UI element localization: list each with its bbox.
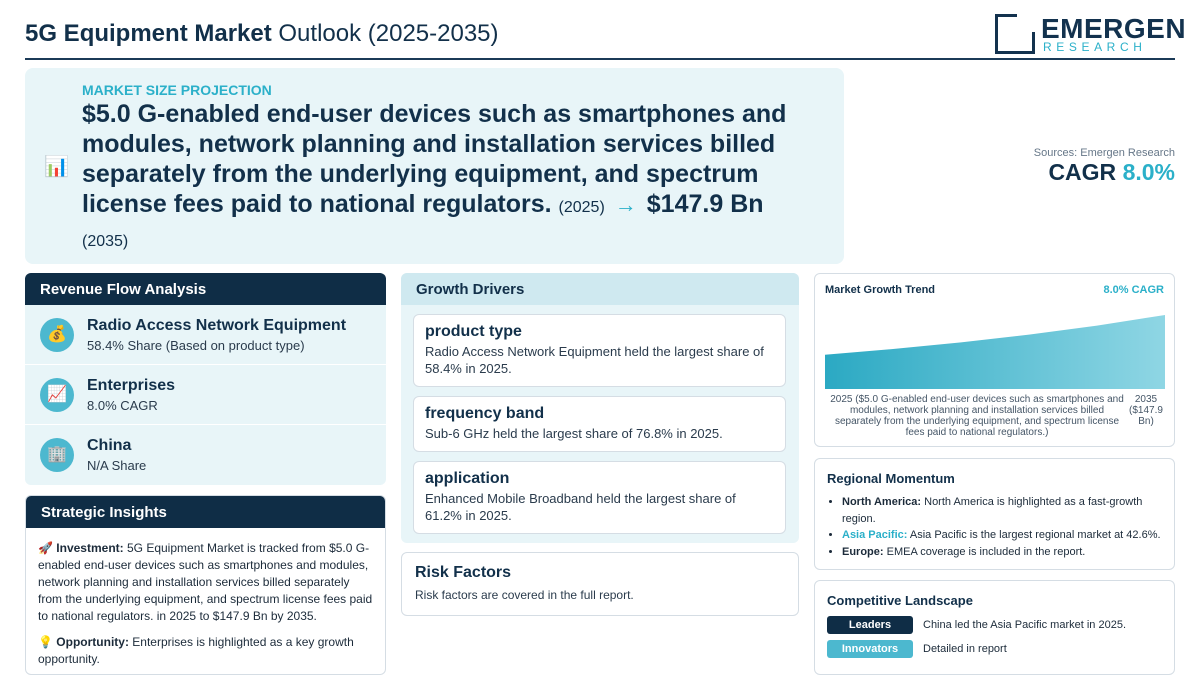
cagr-value: 8.0% (1122, 159, 1175, 185)
driver-text: Sub-6 GHz held the largest share of 76.8… (425, 426, 723, 441)
leaders-text: China led the Asia Pacific market in 202… (923, 619, 1127, 631)
page-title: 5G Equipment Market Outlook (2025-2035) (25, 20, 499, 47)
competitive-landscape-title: Competitive Landscape (827, 593, 973, 608)
trend-start-label: 2025 ($5.0 G-enabled end-user devices su… (830, 394, 1124, 438)
bar-chart-icon: 📊 (44, 156, 69, 178)
regional-list: North America: North America is highligh… (842, 494, 1164, 560)
start-year: (2025) (558, 199, 605, 216)
end-year: (2035) (82, 233, 129, 250)
revenue-item-title: Radio Access Network Equipment (87, 317, 347, 334)
logo-mark-icon (995, 14, 1035, 54)
market-size-projection: $5.0 G-enabled end-user devices such as … (82, 99, 832, 257)
competitive-landscape-card: Competitive Landscape Leaders China led … (814, 580, 1175, 675)
arrow-right-icon: → (614, 192, 637, 217)
innovators-text: Detailed in report (923, 643, 1007, 655)
risk-factors-text: Risk factors are covered in the full rep… (415, 588, 634, 602)
driver-title: frequency band (425, 405, 545, 422)
revenue-item-title: China (87, 437, 132, 454)
trend-title: Market Growth Trend (825, 284, 936, 296)
market-size-label: MARKET SIZE PROJECTION (82, 82, 272, 98)
trend-chart-icon: 📈 (40, 378, 74, 412)
driver-card: application Enhanced Mobile Broadband he… (413, 461, 786, 534)
driver-text: Radio Access Network Equipment held the … (425, 344, 764, 376)
trend-end-label: 2035 ($147.9 Bn) (1129, 394, 1163, 427)
driver-card: product type Radio Access Network Equipm… (413, 314, 786, 387)
money-bag-icon: 💰 (40, 318, 74, 352)
innovators-badge: Innovators (827, 640, 913, 658)
revenue-item-title: Enterprises (87, 377, 176, 394)
sources-text: Sources: Emergen Research (1033, 147, 1175, 159)
list-item: North America: North America is highligh… (842, 494, 1164, 527)
page-header: 5G Equipment Market Outlook (2025-2035) … (25, 12, 1186, 60)
driver-card: frequency band Sub-6 GHz held the larges… (413, 396, 786, 452)
driver-title: product type (425, 323, 522, 340)
growth-drivers-card: Growth Drivers product type Radio Access… (401, 273, 799, 543)
investment-insight: 🚀 Investment: 5G Equipment Market is tra… (38, 541, 373, 623)
strategic-insights-title: Strategic Insights (26, 496, 385, 528)
regional-momentum-title: Regional Momentum (827, 471, 955, 486)
risk-factors-title: Risk Factors (415, 564, 512, 581)
strategic-insights-card: Strategic Insights 🚀 Investment: 5G Equi… (25, 495, 386, 675)
revenue-item-subtitle: 8.0% CAGR (87, 398, 158, 413)
leaders-badge: Leaders (827, 616, 913, 634)
revenue-item: 💰 Radio Access Network Equipment 58.4% S… (25, 305, 386, 365)
revenue-item-subtitle: 58.4% Share (Based on product type) (87, 338, 305, 353)
building-icon: 🏢 (40, 438, 74, 472)
revenue-item: 📈 Enterprises 8.0% CAGR (25, 365, 386, 425)
logo-subtitle: RESEARCH (1043, 40, 1147, 54)
rocket-icon: 🚀 (38, 541, 53, 555)
growth-area (825, 315, 1165, 389)
market-growth-trend-card: Market Growth Trend 8.0% CAGR 2025 ($5.0… (814, 273, 1175, 447)
revenue-item: 🏢 China N/A Share (25, 425, 386, 485)
growth-area-chart (825, 315, 1165, 389)
trend-cagr: 8.0% CAGR (1103, 284, 1164, 296)
driver-title: application (425, 470, 510, 487)
revenue-flow-card: Revenue Flow Analysis 💰 Radio Access Net… (25, 273, 386, 485)
cagr-summary: CAGR 8.0% (1048, 159, 1175, 185)
market-size-panel: 📊 MARKET SIZE PROJECTION $5.0 G-enabled … (25, 68, 844, 264)
end-value: $147.9 Bn (646, 190, 764, 218)
revenue-flow-title: Revenue Flow Analysis (25, 273, 386, 305)
growth-drivers-title: Growth Drivers (401, 273, 799, 305)
driver-text: Enhanced Mobile Broadband held the large… (425, 491, 736, 523)
risk-factors-card: Risk Factors Risk factors are covered in… (401, 552, 799, 616)
opportunity-insight: 💡 Opportunity: Enterprises is highlighte… (38, 635, 354, 666)
revenue-item-subtitle: N/A Share (87, 458, 147, 473)
lightbulb-icon: 💡 (38, 635, 53, 649)
regional-momentum-card: Regional Momentum North America: North A… (814, 458, 1175, 570)
list-item: Asia Pacific: Asia Pacific is the larges… (842, 527, 1164, 544)
list-item: Europe: EMEA coverage is included in the… (842, 544, 1164, 561)
emergen-logo[interactable]: EMERGEN RESEARCH (995, 13, 1186, 54)
